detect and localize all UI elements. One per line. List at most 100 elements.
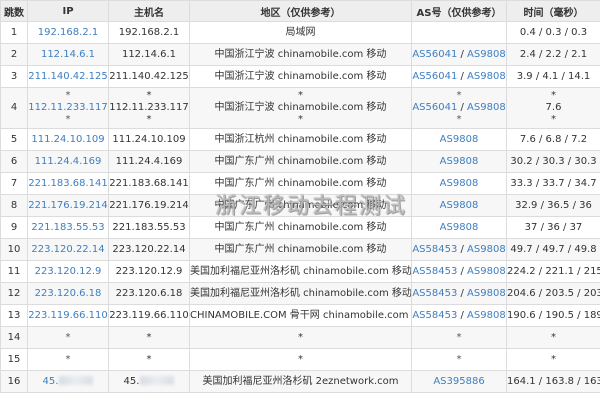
ip-cell: 221.183.55.53	[27, 216, 109, 239]
time-text: 49.7 / 49.7 / 49.8	[510, 243, 597, 255]
as-link[interactable]: AS9808	[467, 71, 505, 82]
time-text: 32.9 / 36.5 / 36	[515, 199, 592, 211]
region-cell: * 中国浙江宁波 chinamobile.com 移动 *	[189, 87, 412, 129]
ip-cell: 112.14.6.1	[27, 43, 109, 66]
region-cell: 局域网	[189, 21, 412, 44]
ip-link[interactable]: 223.120.6.18	[29, 288, 108, 300]
time-cell: * 7.6 *	[506, 87, 600, 129]
region-text: 美国加利福尼亚州洛杉矶 2eznetwork.com	[202, 375, 399, 387]
hop-number: 14	[7, 331, 21, 343]
ip-link[interactable]: 223.120.12.9	[29, 266, 108, 278]
as-cell: AS395886	[411, 370, 507, 393]
as-link[interactable]: AS58453	[413, 288, 458, 299]
as-cell: AS9808	[411, 172, 507, 195]
as-cell: AS9808	[411, 216, 507, 239]
as-link[interactable]: AS9808	[440, 200, 479, 211]
ip-link[interactable]: 111.24.4.169	[29, 156, 108, 168]
as-line: AS58453 / AS9808	[413, 288, 506, 300]
ip-link[interactable]: 211.140.42.125	[29, 71, 108, 83]
as-cell	[411, 21, 507, 44]
redacted-blur	[140, 376, 175, 385]
as-link[interactable]: AS395886	[433, 376, 484, 387]
as-link[interactable]: AS9808	[467, 266, 505, 277]
hop-number: 16	[7, 375, 21, 387]
ip-cell: 111.24.10.109	[27, 128, 109, 151]
ip-link[interactable]: 223.120.22.14	[29, 244, 108, 256]
region-text: *	[298, 90, 303, 101]
table-header-row: 跳数 IP 主机名 地区（仅供参考） AS号（仅供参考） 时间（毫秒）	[0, 0, 600, 22]
as-link[interactable]: AS9808	[440, 178, 479, 189]
ip-link[interactable]: 112.11.233.117	[29, 102, 108, 114]
hop-number: 13	[7, 309, 21, 321]
time-text: 7.6	[545, 102, 562, 113]
region-text: 中国浙江宁波 chinamobile.com 移动	[214, 70, 387, 82]
as-line: AS9808	[413, 156, 506, 168]
hop-cell: 8	[0, 194, 28, 217]
hostname-text: *	[146, 331, 152, 343]
ip-link[interactable]: 112.14.6.1	[29, 49, 108, 61]
time-cell: 0.4 / 0.3 / 0.3	[506, 21, 600, 44]
ip-link[interactable]: 45.	[43, 376, 59, 388]
as-link[interactable]: AS9808	[467, 49, 505, 60]
as-cell: *	[411, 348, 507, 371]
ip-cell: *	[27, 348, 109, 371]
table-row: 9 221.183.55.53 221.183.55.53 中国广东广州 chinam…	[0, 216, 600, 239]
as-link[interactable]: AS58453	[413, 266, 458, 277]
as-separator: /	[457, 70, 468, 82]
table-row: 5 111.24.10.109 111.24.10.109 中国浙江杭州 chinam…	[0, 128, 600, 151]
hostname-text: 223.120.12.9	[115, 265, 183, 277]
hostname-cell: * 112.11.233.117 *	[108, 87, 190, 129]
table-body: 1 192.168.2.1 192.168.2.1 局域网 0.4 / 0.3 / 0.…	[0, 21, 600, 393]
region-cell: 美国加利福尼亚州洛杉矶 chinamobile.com 移动	[189, 282, 412, 305]
hostname-text: 221.183.55.53	[112, 221, 186, 233]
ip-link[interactable]: 223.119.66.110	[29, 310, 108, 322]
as-link[interactable]: AS56041	[413, 102, 458, 113]
ip-cell: 223.120.22.14	[27, 238, 109, 261]
hostname-text: 112.14.6.1	[121, 48, 177, 60]
as-line: AS9808	[413, 200, 506, 212]
ip-link[interactable]: 221.183.55.53	[29, 222, 108, 234]
hop-number: 7	[10, 177, 18, 189]
as-link[interactable]: AS56041	[413, 71, 458, 82]
time-text: 2.4 / 2.2 / 2.1	[519, 48, 588, 60]
region-cell: 美国加利福尼亚州洛杉矶 2eznetwork.com	[189, 370, 412, 393]
hostname-cell: 223.120.22.14	[108, 238, 190, 261]
time-cell: 30.2 / 30.3 / 30.3	[506, 150, 600, 173]
region-text: 中国广东广州 chinamobile.com 移动	[214, 199, 387, 211]
ip-link[interactable]: 221.176.19.214	[29, 200, 108, 212]
as-separator: /	[457, 102, 468, 113]
hostname-text: 192.168.2.1	[118, 26, 180, 38]
as-link[interactable]: AS9808	[440, 222, 479, 233]
hop-number: 5	[10, 133, 18, 145]
hostname-cell: 111.24.4.169	[108, 150, 190, 173]
region-text: 中国广东广州 chinamobile.com 移动	[214, 155, 387, 167]
region-cell: 中国浙江杭州 chinamobile.com 移动	[189, 128, 412, 151]
as-line: AS58453 / AS9808	[413, 244, 506, 256]
as-link[interactable]: AS9808	[467, 244, 505, 255]
table-row: 3 211.140.42.125 211.140.42.125 中国浙江宁波 chin…	[0, 65, 600, 88]
time-text: 37 / 36 / 37	[524, 221, 583, 233]
hostname-text: 112.11.233.117	[109, 102, 189, 113]
region-cell: 美国加利福尼亚州洛杉矶 chinamobile.com 移动	[189, 260, 412, 283]
ip-cell: 111.24.4.169	[27, 150, 109, 173]
hostname-cell: 211.140.42.125	[108, 65, 190, 88]
time-text: 7.6 / 6.8 / 7.2	[519, 133, 588, 145]
ip-link[interactable]: 192.168.2.1	[29, 27, 108, 39]
ip-link[interactable]: 111.24.10.109	[29, 134, 108, 146]
region-text: *	[298, 331, 303, 343]
ip-link[interactable]: 221.183.68.141	[29, 178, 108, 190]
as-link[interactable]: AS9808	[467, 288, 505, 299]
region-cell: 中国广东广州 chinamobile.com 移动	[189, 172, 412, 195]
table-row: 10 223.120.22.14 223.120.22.14 中国广东广州 china…	[0, 238, 600, 261]
hostname-text: 45.	[123, 375, 140, 387]
hostname-cell: *	[108, 348, 190, 371]
as-link[interactable]: AS9808	[440, 134, 479, 145]
as-link[interactable]: AS56041	[413, 49, 458, 60]
as-link[interactable]: AS58453	[413, 310, 458, 321]
as-link[interactable]: AS9808	[467, 310, 505, 321]
as-separator: /	[457, 48, 468, 60]
as-link[interactable]: AS9808	[467, 102, 505, 113]
as-cell: AS58453 / AS9808	[411, 282, 507, 305]
as-link[interactable]: AS9808	[440, 156, 479, 167]
as-link[interactable]: AS58453	[413, 244, 458, 255]
